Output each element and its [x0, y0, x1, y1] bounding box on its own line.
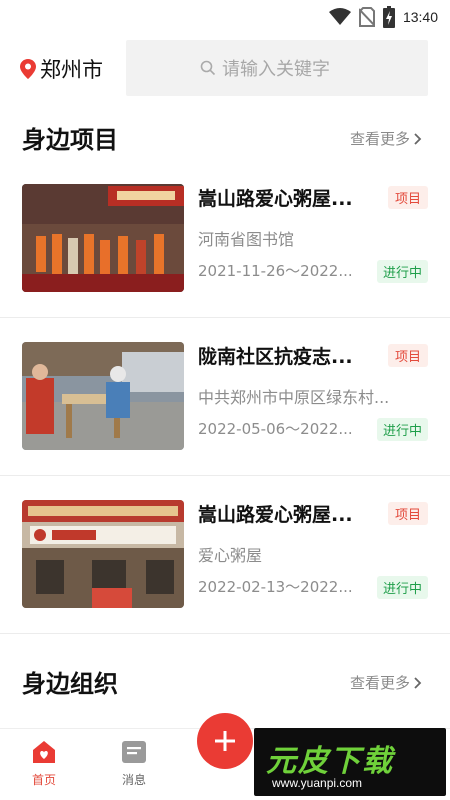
watermark-logo: 元皮下载 www.yuanpi.com	[254, 728, 446, 796]
section-title-projects: 身边项目	[22, 126, 118, 154]
tab-messages-label: 消息	[121, 773, 146, 787]
add-button[interactable]	[197, 713, 253, 769]
plus-icon	[215, 731, 235, 751]
project-org: 爱心粥屋	[198, 546, 263, 565]
search-placeholder: 请输入关键字	[222, 59, 330, 80]
message-icon	[122, 741, 146, 763]
watermark-url: www.yuanpi.com	[272, 776, 363, 790]
tab-messages[interactable]: 消息	[104, 739, 164, 788]
projects-more-link[interactable]: 查看更多	[350, 128, 422, 149]
more-label: 查看更多	[349, 674, 410, 692]
project-card[interactable]: 陇南社区抗疫志... 项目 中共郑州市中原区绿东村... 2022-05-06～…	[0, 318, 450, 476]
project-thumbnail	[22, 500, 184, 608]
orgs-more-link[interactable]: 查看更多	[350, 672, 422, 693]
home-heart-icon	[33, 741, 55, 763]
project-tag: 项目	[387, 186, 428, 209]
city-label: 郑州市	[40, 58, 103, 82]
project-date: 2022-05-06～2022...	[198, 420, 353, 438]
city-selector[interactable]: 郑州市	[20, 54, 103, 84]
projects-section-header: 身边项目 查看更多	[0, 116, 450, 156]
project-title: 嵩山路爱心粥屋...	[198, 504, 353, 526]
status-bar: 13:40	[0, 0, 450, 36]
project-thumbnail	[22, 342, 184, 450]
search-icon	[200, 60, 216, 76]
tab-home[interactable]: 首页	[14, 739, 74, 788]
wifi-icon	[328, 8, 351, 25]
project-status: 进行中	[376, 576, 428, 599]
more-label: 查看更多	[349, 130, 410, 148]
chevron-right-icon	[414, 132, 422, 145]
chevron-right-icon	[414, 676, 422, 689]
project-thumbnail	[22, 184, 184, 292]
project-card[interactable]: 嵩山路爱心粥屋... 项目 河南省图书馆 2021-11-26～2022... …	[0, 160, 450, 318]
project-tag: 项目	[387, 344, 428, 367]
status-icons: 13:40	[328, 6, 438, 28]
tab-home-label: 首页	[31, 773, 56, 787]
battery-charging-icon	[382, 6, 395, 28]
status-time: 13:40	[402, 9, 438, 25]
project-status: 进行中	[376, 418, 428, 441]
top-bar: 郑州市 请输入关键字	[0, 40, 450, 96]
no-sim-icon	[358, 7, 375, 27]
project-title: 嵩山路爱心粥屋...	[198, 188, 353, 210]
project-card[interactable]: 嵩山路爱心粥屋... 项目 爱心粥屋 2022-02-13～2022... 进行…	[0, 476, 450, 634]
project-tag: 项目	[387, 502, 428, 525]
search-bar[interactable]: 请输入关键字	[126, 40, 428, 96]
project-org: 中共郑州市中原区绿东村...	[198, 388, 390, 407]
location-pin-icon	[20, 59, 36, 79]
project-date: 2021-11-26～2022...	[198, 262, 353, 280]
project-date: 2022-02-13～2022...	[198, 578, 353, 596]
project-status: 进行中	[376, 260, 428, 283]
project-org: 河南省图书馆	[198, 230, 295, 249]
watermark-brand: 元皮下载	[266, 744, 394, 779]
orgs-section-header: 身边组织 查看更多	[0, 660, 450, 700]
project-title: 陇南社区抗疫志...	[198, 346, 353, 368]
section-title-orgs: 身边组织	[22, 670, 118, 698]
